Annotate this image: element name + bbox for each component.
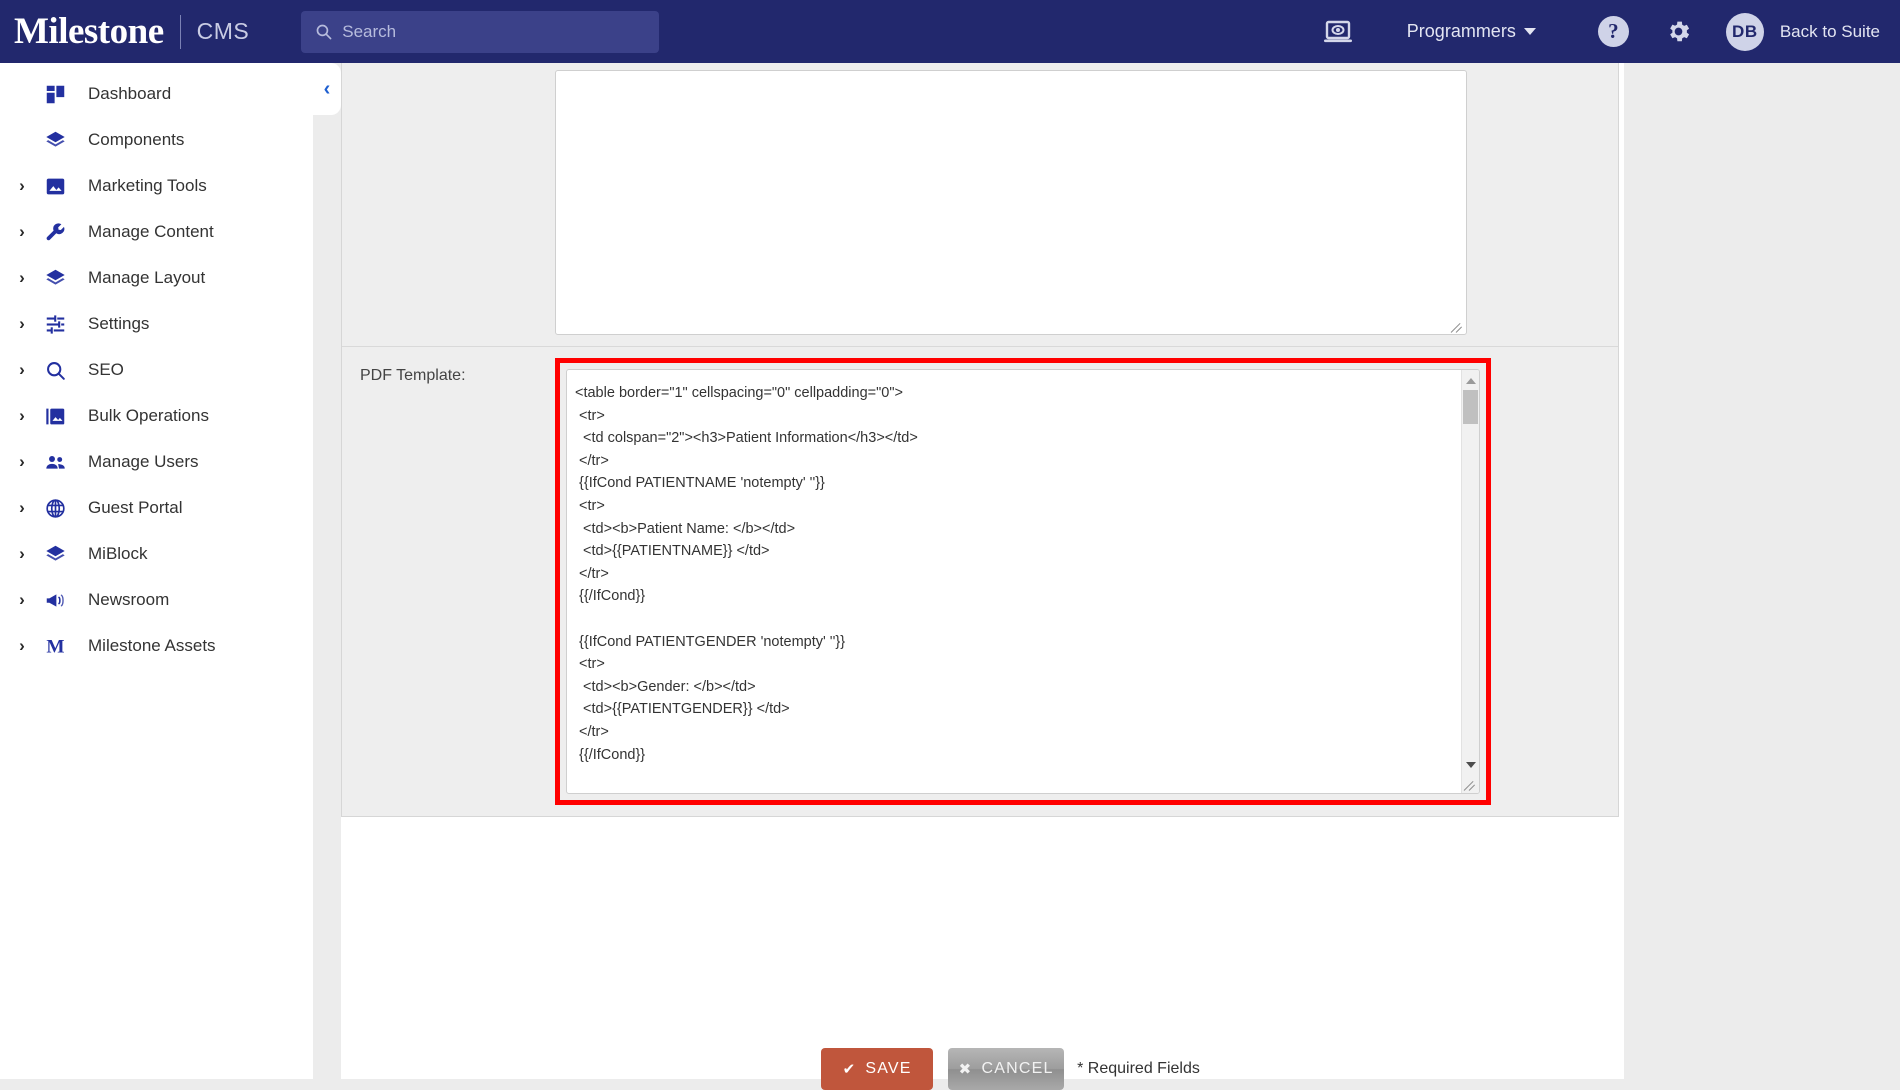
close-x-icon: ✖ — [958, 1060, 973, 1078]
left-sidebar-nav: ›Dashboard›Components›Marketing Tools›Ma… — [0, 63, 313, 1079]
form-action-bar: ✔ SAVE ✖ CANCEL * Required Fields — [369, 1048, 1652, 1090]
wrench-icon — [36, 222, 74, 243]
header-actions: Programmers ? DB Back to Suite — [1323, 12, 1900, 51]
chevron-right-icon[interactable]: › — [8, 406, 36, 426]
account-dropdown[interactable]: Programmers — [1407, 21, 1536, 42]
chevron-right-icon[interactable]: › — [8, 360, 36, 380]
sidebar-item-guest-portal[interactable]: › Guest Portal — [0, 485, 313, 531]
cancel-button[interactable]: ✖ CANCEL — [948, 1048, 1065, 1090]
search-icon — [315, 23, 332, 40]
sidebar-item-label: SEO — [88, 360, 124, 379]
scroll-up-arrow-icon[interactable] — [1462, 372, 1479, 389]
save-button-label: SAVE — [865, 1060, 912, 1077]
dashboard-grid-icon — [36, 84, 74, 105]
brand-block[interactable]: Milestone CMS — [0, 13, 249, 50]
sidebar-item-seo[interactable]: › SEO — [0, 347, 313, 393]
sidebar-item-label: MiBlock — [88, 544, 148, 563]
save-button[interactable]: ✔ SAVE — [821, 1048, 934, 1090]
sidebar-item-manage-layout[interactable]: › Manage Layout — [0, 255, 313, 301]
layers-icon — [36, 544, 74, 565]
sidebar-collapse-toggle[interactable]: ‹ — [313, 63, 341, 115]
sidebar-item-dashboard[interactable]: ›Dashboard — [0, 71, 313, 117]
megaphone-icon — [36, 590, 74, 611]
form-row — [342, 59, 1618, 347]
resize-grip-icon[interactable] — [1450, 320, 1464, 333]
chevron-right-icon[interactable]: › — [8, 314, 36, 334]
chevron-left-icon: ‹ — [323, 78, 331, 100]
search-icon — [36, 360, 74, 381]
form-card: PDF Template: <table border="1" cellspac… — [341, 59, 1619, 817]
cancel-button-label: CANCEL — [981, 1060, 1054, 1077]
chevron-right-icon[interactable]: › — [8, 268, 36, 288]
sidebar-item-bulk-operations[interactable]: › Bulk Operations — [0, 393, 313, 439]
scrollbar-thumb[interactable] — [1463, 390, 1478, 424]
textarea-scrollbar[interactable] — [1461, 370, 1479, 793]
avatar[interactable]: DB — [1725, 12, 1764, 51]
svg-text:M: M — [46, 636, 64, 656]
laptop-preview-icon[interactable] — [1323, 20, 1353, 44]
layers-icon — [36, 130, 74, 151]
photo-library-icon — [36, 406, 74, 427]
sidebar-item-label: Bulk Operations — [88, 406, 209, 425]
sidebar-item-label: Newsroom — [88, 590, 170, 609]
sidebar-item-settings[interactable]: › Settings — [0, 301, 313, 347]
form-row: PDF Template: <table border="1" cellspac… — [342, 347, 1618, 816]
layers-icon — [36, 268, 74, 289]
product-name: CMS — [196, 18, 250, 44]
pdf-template-textarea[interactable]: <table border="1" cellspacing="0" cellpa… — [566, 369, 1480, 794]
sidebar-item-miblock[interactable]: › MiBlock — [0, 531, 313, 577]
sidebar-item-components[interactable]: ›Components — [0, 117, 313, 163]
sidebar-item-label: Components — [88, 130, 185, 149]
milestone-m-icon: M — [36, 636, 74, 656]
chevron-right-icon[interactable]: › — [8, 636, 36, 656]
sliders-icon — [36, 314, 74, 335]
chevron-right-icon[interactable]: › — [8, 452, 36, 472]
image-icon — [36, 176, 74, 197]
sidebar-item-manage-users[interactable]: › Manage Users — [0, 439, 313, 485]
form-panel: PDF Template: <table border="1" cellspac… — [341, 59, 1624, 1090]
sidebar-item-label: Manage Content — [88, 222, 214, 241]
brand-divider — [179, 14, 181, 49]
description-textarea[interactable] — [555, 70, 1467, 335]
scroll-down-arrow-icon[interactable] — [1462, 756, 1479, 773]
chevron-right-icon[interactable]: › — [8, 176, 36, 196]
chevron-right-icon[interactable]: › — [8, 498, 36, 518]
form-row-field: <table border="1" cellspacing="0" cellpa… — [555, 347, 1618, 816]
sidebar-item-marketing-tools[interactable]: › Marketing Tools — [0, 163, 313, 209]
globe-icon — [36, 498, 74, 519]
chevron-right-icon[interactable]: › — [8, 590, 36, 610]
back-to-suite-link[interactable]: Back to Suite — [1780, 22, 1880, 42]
sidebar-item-label: Marketing Tools — [88, 176, 207, 195]
sidebar-item-label: Manage Layout — [88, 268, 206, 287]
sidebar-item-label: Settings — [88, 314, 150, 333]
top-header-bar: Milestone CMS Search Programmers ? DB Ba… — [0, 0, 1900, 63]
gear-icon[interactable] — [1665, 18, 1692, 45]
check-icon: ✔ — [842, 1060, 857, 1078]
help-glyph: ? — [1597, 16, 1629, 47]
form-row-field — [555, 59, 1618, 346]
pdf-template-code: <table border="1" cellspacing="0" cellpa… — [575, 385, 918, 793]
required-fields-note: * Required Fields — [1077, 1060, 1200, 1077]
account-dropdown-label: Programmers — [1406, 21, 1516, 41]
main-content-area: PDF Template: <table border="1" cellspac… — [313, 59, 1900, 1090]
milestone-logo: Milestone — [14, 11, 164, 52]
pdf-template-label: PDF Template: — [342, 347, 555, 816]
chevron-right-icon[interactable]: › — [8, 544, 36, 564]
sidebar-item-label: Guest Portal — [88, 498, 183, 517]
sidebar-item-newsroom[interactable]: › Newsroom — [0, 577, 313, 623]
resize-grip-icon[interactable] — [1463, 778, 1477, 791]
search-input[interactable]: Search — [301, 10, 660, 53]
sidebar-item-milestone-assets[interactable]: › M Milestone Assets — [0, 623, 313, 669]
sidebar-item-label: Milestone Assets — [88, 636, 216, 655]
chevron-right-icon[interactable]: › — [8, 222, 36, 242]
chevron-down-icon — [1523, 28, 1536, 35]
search-placeholder: Search — [342, 21, 397, 41]
sidebar-item-label: Manage Users — [88, 452, 199, 471]
sidebar-item-manage-content[interactable]: › Manage Content — [0, 209, 313, 255]
sidebar-item-label: Dashboard — [88, 84, 172, 103]
people-icon — [36, 452, 74, 473]
help-circle-icon[interactable]: ? — [1597, 16, 1629, 47]
pdf-template-highlight-box: <table border="1" cellspacing="0" cellpa… — [555, 358, 1491, 805]
form-row-label — [342, 59, 555, 346]
